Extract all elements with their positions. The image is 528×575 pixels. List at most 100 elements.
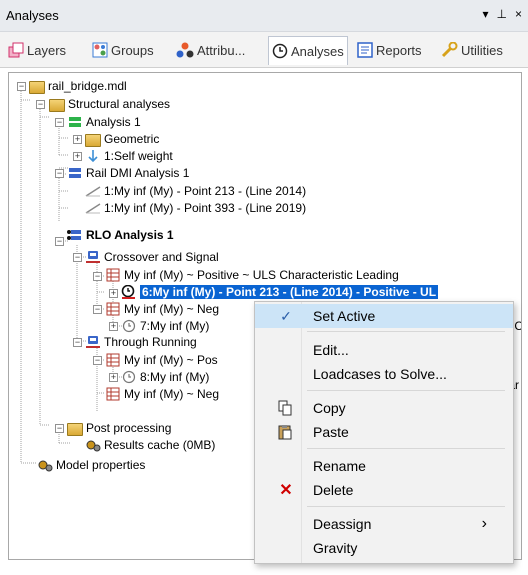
tree-node-self-weight[interactable]: 1:Self weight [85,147,173,164]
tree-node-structural-analyses[interactable]: Structural analyses [49,95,170,112]
tree-node-rail-dmi[interactable]: Rail DMI Analysis 1 [67,164,189,181]
tree-node-label: RLO Analysis 1 [86,227,174,242]
dropdown-arrow-icon[interactable]: ▾ [483,7,489,21]
menu-item-label: Paste [313,424,349,440]
pin-icon[interactable]: ⊥ [497,7,507,21]
tree-node-label: Results cache (0MB) [104,437,216,452]
tab-attributes[interactable]: Attribu... [176,38,245,62]
tree-node-negative-2[interactable]: My inf (My) ~ Neg [105,385,219,402]
collapse-toggle[interactable]: − [73,338,82,347]
expand-toggle[interactable]: + [73,135,82,144]
menu-separator [307,390,505,391]
tree-node-post-processing[interactable]: Post processing [67,419,171,436]
collapse-toggle[interactable]: − [93,272,102,281]
menu-item-label: Edit... [313,342,349,358]
panel-titlebar: Analyses ▾ ⊥ × [0,0,528,32]
tree-node-loadcase-7[interactable]: 7:My inf (My) [121,317,209,334]
collapse-toggle[interactable]: − [55,237,64,246]
close-icon[interactable]: × [515,7,522,21]
tab-utilities-label: Utilities [461,42,503,58]
expand-toggle[interactable]: + [73,152,82,161]
tree-node-label: Rail DMI Analysis 1 [86,165,190,180]
folder-icon [49,97,65,112]
tab-utilities[interactable]: Utilities [440,38,503,62]
collapse-toggle[interactable]: − [55,118,64,127]
tab-reports[interactable]: Reports [357,38,422,62]
tree-node-positive-uls[interactable]: My inf (My) ~ Positive ~ ULS Characteris… [105,266,399,283]
menu-separator [307,506,505,507]
check-icon: ✓ [280,307,292,324]
table-icon [106,353,120,366]
menu-item-label: Deassign [313,516,372,532]
analysis-icon [67,229,81,240]
tree-node-label: My inf (My) ~ Positive ~ ULS Characteris… [124,267,399,282]
collapse-toggle[interactable]: − [55,169,64,178]
collapse-toggle[interactable]: − [73,253,82,262]
influence-line-icon [85,202,101,214]
active-clock-icon [121,284,135,299]
gears-icon [38,460,53,471]
menu-item-copy[interactable]: Copy [255,396,513,420]
tree-node-results-cache[interactable]: Results cache (0MB) [85,436,215,453]
tab-analyses[interactable]: Analyses [268,36,348,65]
tree-node-label: Through Running [104,334,197,349]
tab-strip: Layers Groups Attribu... Analyses Report… [0,32,528,68]
tree-node-label: 1:Self weight [104,148,173,163]
tree-node-label: 8:My inf (My) [140,369,210,384]
collapse-toggle[interactable]: − [17,82,26,91]
tab-layers[interactable]: Layers [8,38,66,62]
menu-item-loadcases-to-solve[interactable]: Loadcases to Solve... [255,362,513,386]
collapse-toggle[interactable]: − [55,424,64,433]
expand-toggle[interactable]: + [109,373,118,382]
menu-item-gravity[interactable]: Gravity [255,536,513,560]
expand-toggle[interactable]: + [109,289,118,298]
menu-item-deassign[interactable]: Deassign › [255,512,513,536]
wrench-icon [441,42,458,58]
menu-item-label: Gravity [313,540,358,556]
layers-icon [8,42,24,58]
tree-node-crossover[interactable]: Crossover and Signal [85,248,219,265]
tab-attributes-label: Attribu... [197,42,246,58]
tree-node-label: Crossover and Signal [104,249,219,264]
folder-icon [67,421,83,436]
train-icon [86,250,100,263]
tree-node-model-properties[interactable]: Model properties [37,456,145,473]
tab-reports-label: Reports [376,42,422,58]
menu-item-delete[interactable]: ✕ Delete [255,478,513,502]
tree-node-analysis-1[interactable]: Analysis 1 [67,113,141,130]
menu-item-set-active[interactable]: ✓ Set Active [255,304,513,328]
tree-node-label: My inf (My) ~ Pos [124,352,218,367]
tab-groups[interactable]: Groups [92,38,154,62]
tree-node-rlo-analysis[interactable]: RLO Analysis 1 [67,226,174,243]
tree-node-label: Post processing [86,420,172,435]
tree-node-negative-1[interactable]: My inf (My) ~ Neg [105,300,219,317]
tree-node-dmi-213[interactable]: 1:My inf (My) - Point 213 - (Line 2014) [85,182,306,199]
tree-node-label: Structural analyses [68,96,171,111]
tree-node-label: Model properties [56,457,146,472]
tree-node-loadcase-8[interactable]: 8:My inf (My) [121,368,209,385]
menu-item-label: Loadcases to Solve... [313,366,447,382]
tree-node-label: My inf (My) ~ Neg [124,386,220,401]
tree-node-root[interactable]: rail_bridge.mdl [29,77,127,94]
tab-analyses-label: Analyses [291,43,344,59]
tree-node-loadcase-6[interactable]: 6:My inf (My) - Point 213 - (Line 2014) … [121,283,439,300]
tree-node-label: 1:My inf (My) - Point 213 - (Line 2014) [104,183,307,198]
panel-title: Analyses [6,8,59,23]
tree-node-through-running[interactable]: Through Running [85,333,197,350]
collapse-toggle[interactable]: − [93,305,102,314]
menu-item-label: Set Active [313,308,376,324]
tab-layers-label: Layers [27,42,67,58]
collapse-toggle[interactable]: − [93,356,102,365]
tree-node-positive-2[interactable]: My inf (My) ~ Pos [105,351,218,368]
delete-icon: ✕ [279,482,293,499]
table-icon [106,387,120,400]
menu-item-edit[interactable]: Edit... [255,338,513,362]
tree-node-label: 7:My inf (My) [140,318,210,333]
expand-toggle[interactable]: + [109,322,118,331]
tree-node-geometric[interactable]: Geometric [85,130,159,147]
collapse-toggle[interactable]: − [36,100,45,109]
tree-node-dmi-393[interactable]: 1:My inf (My) - Point 393 - (Line 2019) [85,199,306,216]
reports-icon [357,42,373,58]
menu-item-paste[interactable]: Paste [255,420,513,444]
menu-item-rename[interactable]: Rename [255,454,513,478]
